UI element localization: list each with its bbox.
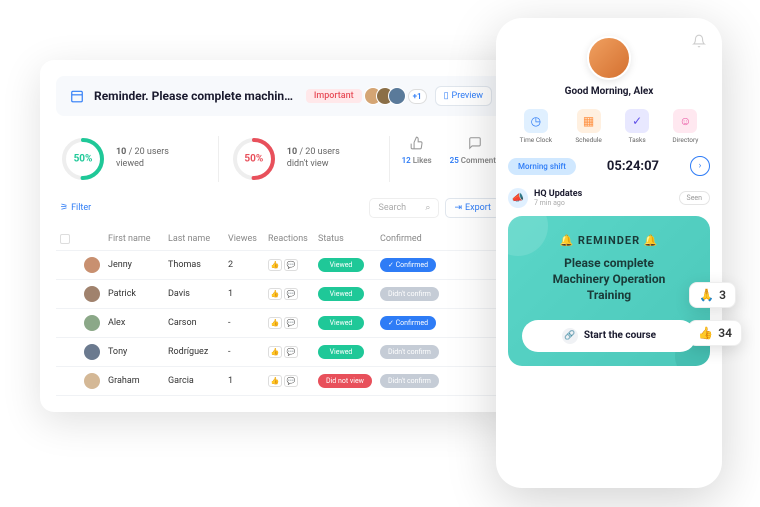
reaction-buttons[interactable]: 👍💬 — [268, 259, 318, 271]
users-table: First name Last name Viewes Reactions St… — [56, 228, 504, 396]
shift-row: Morning shift 05:24:07 › — [508, 156, 710, 176]
app-tile[interactable]: ▦Schedule — [575, 109, 602, 144]
comments-count[interactable]: 25 Comments — [450, 136, 500, 182]
page-title: Reminder. Please complete machinery.... — [94, 89, 298, 103]
reaction-thumb[interactable]: 👍34 — [688, 320, 742, 346]
status-badge: Viewed — [318, 287, 364, 301]
row-avatar — [84, 373, 100, 389]
export-button[interactable]: ⇥ Export — [445, 198, 500, 218]
start-course-button[interactable]: 🔗 Start the course — [522, 320, 696, 352]
filter-button[interactable]: ⚞ Filter — [60, 203, 91, 213]
seen-badge: Seen — [679, 191, 710, 205]
comment-icon — [450, 136, 500, 154]
table-row[interactable]: AlexCarson-👍💬Viewed✓ Confirmed — [56, 309, 504, 338]
confirm-badge: Didn't confirm — [380, 287, 439, 301]
table-row[interactable]: TonyRodríguez-👍💬ViewedDidn't confirm — [56, 338, 504, 367]
app-tile[interactable]: ☺Directory — [672, 109, 698, 144]
bell-icon[interactable] — [692, 34, 706, 51]
link-icon: 🔗 — [562, 328, 578, 344]
search-icon: ⌕ — [425, 203, 430, 213]
row-avatar — [84, 344, 100, 360]
progress-ring-viewed: 50% — [60, 136, 106, 182]
phone-icon: ▯ — [444, 91, 449, 101]
user-avatar[interactable] — [587, 36, 631, 80]
reaction-buttons[interactable]: 👍💬 — [268, 346, 318, 358]
row-avatar — [84, 257, 100, 273]
status-badge: Viewed — [318, 316, 364, 330]
status-badge: Viewed — [318, 258, 364, 272]
app-icon: ◷ — [524, 109, 548, 133]
row-avatar — [84, 286, 100, 302]
status-badge: Viewed — [318, 345, 364, 359]
confirm-badge: Didn't confirm — [380, 374, 439, 388]
avatar — [388, 87, 406, 105]
shift-tag: Morning shift — [508, 158, 576, 175]
toolbar: ⚞ Filter Search ⌕ ⇥ Export — [56, 198, 504, 218]
table-row[interactable]: JennyThomas2👍💬Viewed✓ Confirmed — [56, 251, 504, 280]
app-tile[interactable]: ◷Time Clock — [520, 109, 552, 144]
megaphone-icon: 📣 — [508, 188, 528, 208]
table-header: First name Last name Viewes Reactions St… — [56, 228, 504, 251]
feed-header: 📣 HQ Updates 7 min ago Seen — [508, 188, 710, 208]
progress-ring-didnt: 50% — [231, 136, 277, 182]
thumb-up-icon — [402, 136, 432, 154]
stats-row: 50% 10 / 20 usersviewed 50% 10 / 20 user… — [56, 136, 504, 182]
reaction-buttons[interactable]: 👍💬 — [268, 317, 318, 329]
search-input[interactable]: Search ⌕ — [369, 198, 439, 218]
app-grid: ◷Time Clock ▦Schedule ✓Tasks ☺Directory — [508, 109, 710, 144]
filter-icon: ⚞ — [60, 203, 68, 213]
app-tile[interactable]: ✓Tasks — [625, 109, 649, 144]
mobile-panel: Good Morning, Alex ◷Time Clock ▦Schedule ✓… — [496, 18, 722, 488]
app-icon: ☺ — [673, 109, 697, 133]
reaction-pray[interactable]: 🙏3 — [689, 282, 736, 308]
desktop-panel: Reminder. Please complete machinery.... … — [40, 60, 520, 412]
app-icon: ▦ — [577, 109, 601, 133]
status-badge: Did not view — [318, 374, 372, 388]
page-header: Reminder. Please complete machinery.... … — [56, 76, 504, 116]
row-avatar — [84, 315, 100, 331]
stat-didnt-view: 50% 10 / 20 usersdidn't view — [231, 136, 377, 182]
confirm-badge: ✓ Confirmed — [380, 316, 436, 330]
preview-button[interactable]: ▯ Preview — [435, 86, 492, 106]
select-all-checkbox[interactable] — [60, 234, 70, 244]
table-row[interactable]: PatrickDavis1👍💬ViewedDidn't confirm — [56, 280, 504, 309]
likes-count[interactable]: 12 Likes — [402, 136, 432, 182]
greeting: Good Morning, Alex — [508, 86, 710, 97]
play-button[interactable]: › — [690, 156, 710, 176]
reaction-buttons[interactable]: 👍💬 — [268, 288, 318, 300]
table-row[interactable]: GrahamGarcia1👍💬Did not viewDidn't confir… — [56, 367, 504, 396]
avatar-stack[interactable]: +1 — [370, 87, 427, 105]
app-icon: ✓ — [625, 109, 649, 133]
timer: 05:24:07 — [584, 159, 682, 174]
important-tag: Important — [306, 89, 362, 103]
reaction-buttons[interactable]: 👍💬 — [268, 375, 318, 387]
reminder-card: 🔔 REMINDER 🔔 Please complete Machinery O… — [508, 216, 710, 366]
stat-viewed: 50% 10 / 20 usersviewed — [60, 136, 206, 182]
confirm-badge: Didn't confirm — [380, 345, 439, 359]
confirm-badge: ✓ Confirmed — [380, 258, 436, 272]
reminder-icon — [68, 87, 86, 105]
avatar-plus: +1 — [408, 89, 427, 104]
export-icon: ⇥ — [454, 203, 462, 213]
